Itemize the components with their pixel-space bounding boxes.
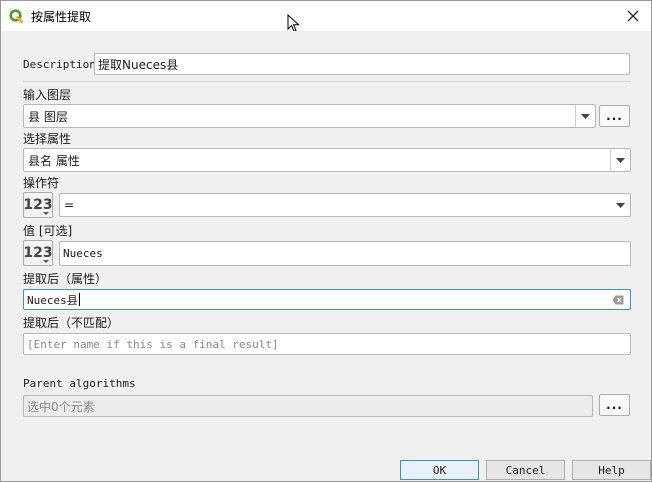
description-field[interactable]: 提取Nueces县 [94, 53, 630, 75]
chevron-down-icon[interactable] [610, 194, 630, 216]
small-dropdown-icon [43, 260, 49, 263]
value-label: 值 [可选] [23, 224, 73, 238]
parent-algorithms-label: Parent algorithms [23, 377, 136, 390]
parent-algorithms-field[interactable]: 选中0个元素 [23, 395, 593, 417]
button-bar: OK Cancel Help [1, 459, 651, 481]
close-button[interactable] [623, 6, 643, 26]
help-button[interactable]: Help [572, 460, 651, 480]
unmatched-output-field[interactable]: [Enter name if this is a final result] [23, 333, 631, 355]
chevron-down-icon[interactable] [575, 105, 595, 127]
parent-algorithms-value: 选中0个元素 [27, 399, 95, 414]
small-dropdown-icon [43, 212, 49, 215]
input-layer-value: 县 图层 [28, 109, 68, 124]
value-type-badge: 123 [23, 245, 53, 261]
cancel-button[interactable]: Cancel [486, 460, 565, 480]
title-bar[interactable]: 按属性提取 [1, 1, 651, 31]
dialog-window: 按属性提取 Description 提取Nueces县 输入图层 县 图层 ..… [0, 0, 652, 482]
operator-value: = [64, 198, 75, 212]
operator-data-defined-button[interactable]: 123 [23, 192, 53, 218]
operator-type-badge: 123 [23, 197, 53, 213]
text-cursor [78, 293, 80, 306]
window-title: 按属性提取 [31, 10, 92, 24]
unmatched-label: 提取后（不匹配） [23, 316, 120, 330]
value-field[interactable]: Nueces [59, 241, 631, 266]
divider [23, 81, 631, 82]
input-layer-more-button[interactable]: ... [599, 105, 630, 127]
description-value: 提取Nueces县 [98, 57, 179, 72]
parent-algorithms-more-button[interactable]: ... [599, 394, 630, 416]
chevron-down-icon[interactable] [610, 149, 630, 171]
ok-button[interactable]: OK [400, 460, 479, 480]
attribute-label: 选择属性 [23, 132, 72, 146]
value-value: Nueces [63, 247, 103, 260]
operator-select[interactable]: = [59, 193, 631, 217]
input-layer-select[interactable]: 县 图层 [23, 104, 596, 128]
description-label: Description [23, 58, 96, 71]
qgis-logo-icon [9, 9, 24, 24]
unmatched-placeholder: [Enter name if this is a final result] [27, 337, 279, 351]
extracted-value: Nueces县 [27, 293, 78, 307]
operator-label: 操作符 [23, 176, 60, 190]
clear-icon[interactable] [612, 295, 624, 305]
value-data-defined-button[interactable]: 123 [23, 240, 53, 266]
extracted-label: 提取后（属性） [23, 272, 108, 286]
close-icon [627, 10, 639, 22]
attribute-value: 县名 属性 [28, 153, 80, 168]
input-layer-label: 输入图层 [23, 88, 72, 102]
extracted-output-field[interactable]: Nueces县 [23, 289, 631, 310]
dialog-content: Description 提取Nueces县 输入图层 县 图层 ... 选择属性… [1, 31, 651, 459]
attribute-select[interactable]: 县名 属性 [23, 148, 631, 172]
